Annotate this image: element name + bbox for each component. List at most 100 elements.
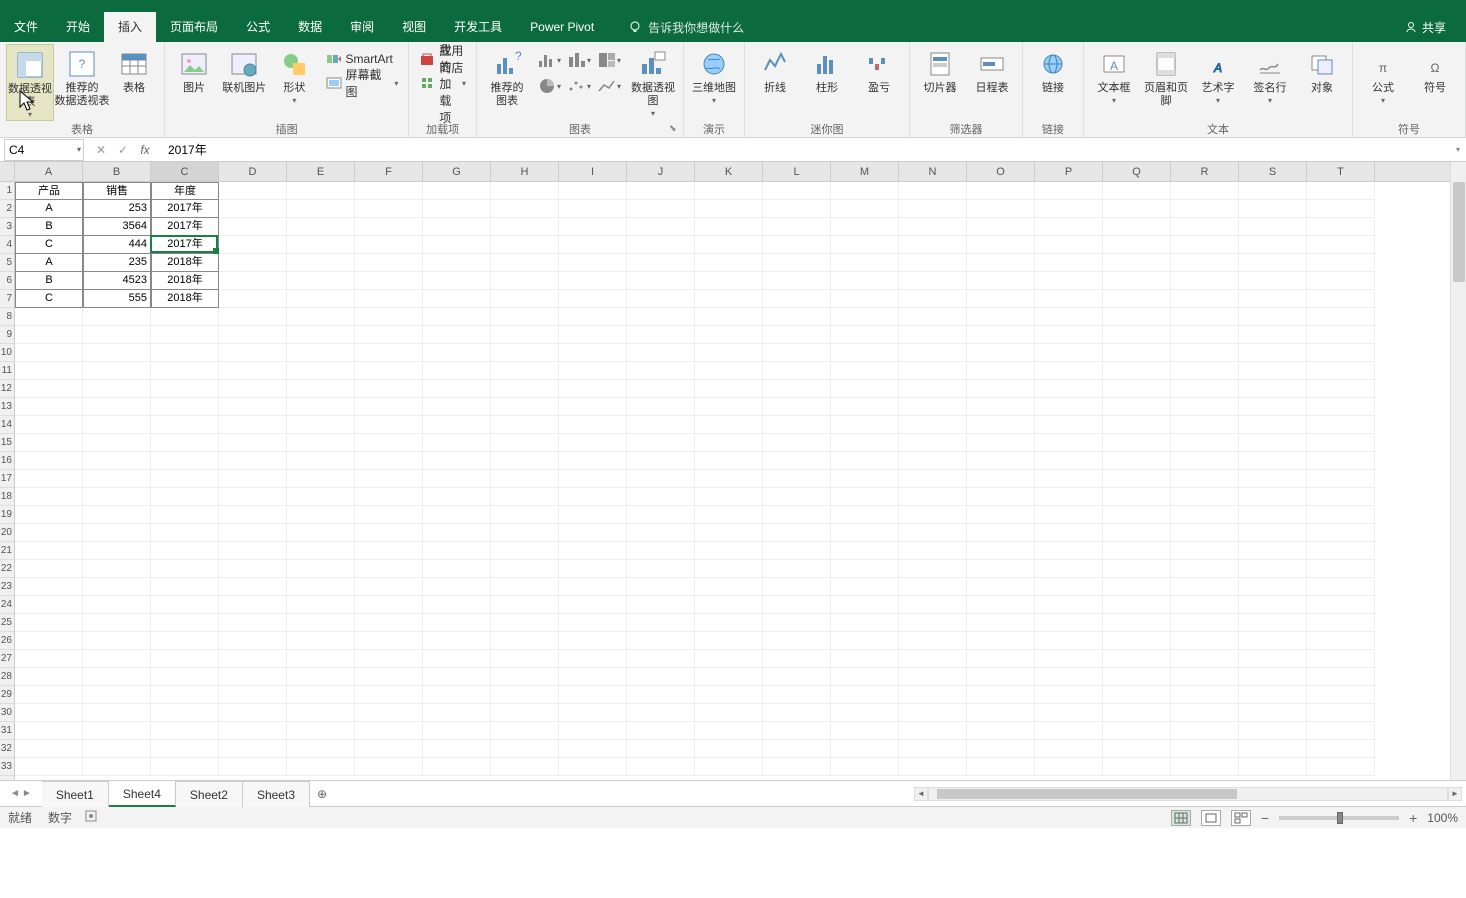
cell[interactable] (831, 668, 899, 686)
cell[interactable] (219, 380, 287, 398)
cell[interactable] (1103, 236, 1171, 254)
cell[interactable] (423, 272, 491, 290)
cell[interactable] (491, 326, 559, 344)
cell[interactable] (1035, 218, 1103, 236)
cell[interactable] (151, 308, 219, 326)
cell[interactable] (491, 614, 559, 632)
cell[interactable] (287, 344, 355, 362)
cell[interactable] (559, 560, 627, 578)
cell[interactable] (423, 344, 491, 362)
cell[interactable] (83, 578, 151, 596)
cell[interactable] (219, 722, 287, 740)
cell[interactable] (1171, 272, 1239, 290)
cell[interactable] (1171, 200, 1239, 218)
cell[interactable] (831, 398, 899, 416)
cell[interactable] (1307, 452, 1375, 470)
scatter-button[interactable]: ▾ (565, 74, 593, 98)
cell[interactable] (1307, 506, 1375, 524)
cell[interactable] (491, 560, 559, 578)
cell[interactable] (1307, 218, 1375, 236)
cell[interactable] (967, 218, 1035, 236)
cell[interactable] (83, 650, 151, 668)
col-header-P[interactable]: P (1035, 162, 1103, 181)
cell[interactable] (1239, 650, 1307, 668)
cell[interactable] (151, 542, 219, 560)
cell[interactable] (899, 452, 967, 470)
cell[interactable] (287, 524, 355, 542)
cell[interactable] (1307, 470, 1375, 488)
cell[interactable] (83, 362, 151, 380)
cell[interactable] (491, 632, 559, 650)
cell[interactable] (355, 632, 423, 650)
cell[interactable] (763, 254, 831, 272)
cell[interactable] (831, 758, 899, 776)
cell[interactable] (1103, 704, 1171, 722)
cell[interactable] (423, 362, 491, 380)
cell[interactable] (967, 290, 1035, 308)
cell[interactable] (559, 308, 627, 326)
cell[interactable] (763, 200, 831, 218)
cell[interactable]: C (15, 236, 83, 254)
cell[interactable] (1307, 254, 1375, 272)
cell[interactable] (695, 326, 763, 344)
cell[interactable] (831, 506, 899, 524)
cell[interactable] (763, 398, 831, 416)
cell[interactable] (967, 704, 1035, 722)
cell[interactable] (83, 326, 151, 344)
cell[interactable] (1035, 614, 1103, 632)
col-header-R[interactable]: R (1171, 162, 1239, 181)
cell[interactable] (627, 740, 695, 758)
cell[interactable] (695, 650, 763, 668)
cell[interactable] (491, 344, 559, 362)
cell[interactable] (1035, 524, 1103, 542)
cell[interactable]: 销售 (83, 182, 151, 200)
cell[interactable] (559, 218, 627, 236)
cell[interactable] (831, 200, 899, 218)
cell[interactable] (899, 398, 967, 416)
cell[interactable] (967, 632, 1035, 650)
cell[interactable] (763, 416, 831, 434)
cell[interactable] (627, 254, 695, 272)
cell[interactable] (559, 200, 627, 218)
cell[interactable] (423, 686, 491, 704)
tell-me-search[interactable]: 告诉我你想做什么 (628, 19, 744, 36)
cell[interactable] (763, 236, 831, 254)
cell[interactable] (1035, 668, 1103, 686)
macro-record-icon[interactable] (84, 809, 98, 826)
cell[interactable] (559, 236, 627, 254)
cell[interactable] (491, 272, 559, 290)
cell[interactable] (831, 542, 899, 560)
cell[interactable] (219, 614, 287, 632)
cell[interactable] (15, 740, 83, 758)
cell[interactable] (1239, 398, 1307, 416)
cell[interactable] (151, 614, 219, 632)
cell[interactable] (967, 686, 1035, 704)
cell[interactable] (423, 578, 491, 596)
cell[interactable] (831, 254, 899, 272)
cell[interactable] (1307, 272, 1375, 290)
cell[interactable] (1171, 740, 1239, 758)
cell[interactable] (1239, 722, 1307, 740)
cell[interactable] (627, 506, 695, 524)
cell[interactable] (627, 668, 695, 686)
cell[interactable] (899, 686, 967, 704)
cell[interactable] (1035, 362, 1103, 380)
cell[interactable] (899, 506, 967, 524)
cell[interactable] (1171, 560, 1239, 578)
pivottable-button[interactable]: 数据透视表▾ (6, 44, 54, 121)
cell[interactable] (355, 488, 423, 506)
col-header-M[interactable]: M (831, 162, 899, 181)
cell[interactable] (83, 704, 151, 722)
cell[interactable] (831, 362, 899, 380)
cell[interactable]: 2018年 (151, 254, 219, 272)
cell[interactable] (219, 362, 287, 380)
cell[interactable] (763, 218, 831, 236)
cell[interactable] (695, 632, 763, 650)
cell[interactable] (151, 452, 219, 470)
cell[interactable] (219, 452, 287, 470)
cell[interactable] (831, 614, 899, 632)
cell[interactable] (219, 596, 287, 614)
cell[interactable] (831, 740, 899, 758)
cell[interactable] (15, 416, 83, 434)
cell[interactable] (559, 380, 627, 398)
